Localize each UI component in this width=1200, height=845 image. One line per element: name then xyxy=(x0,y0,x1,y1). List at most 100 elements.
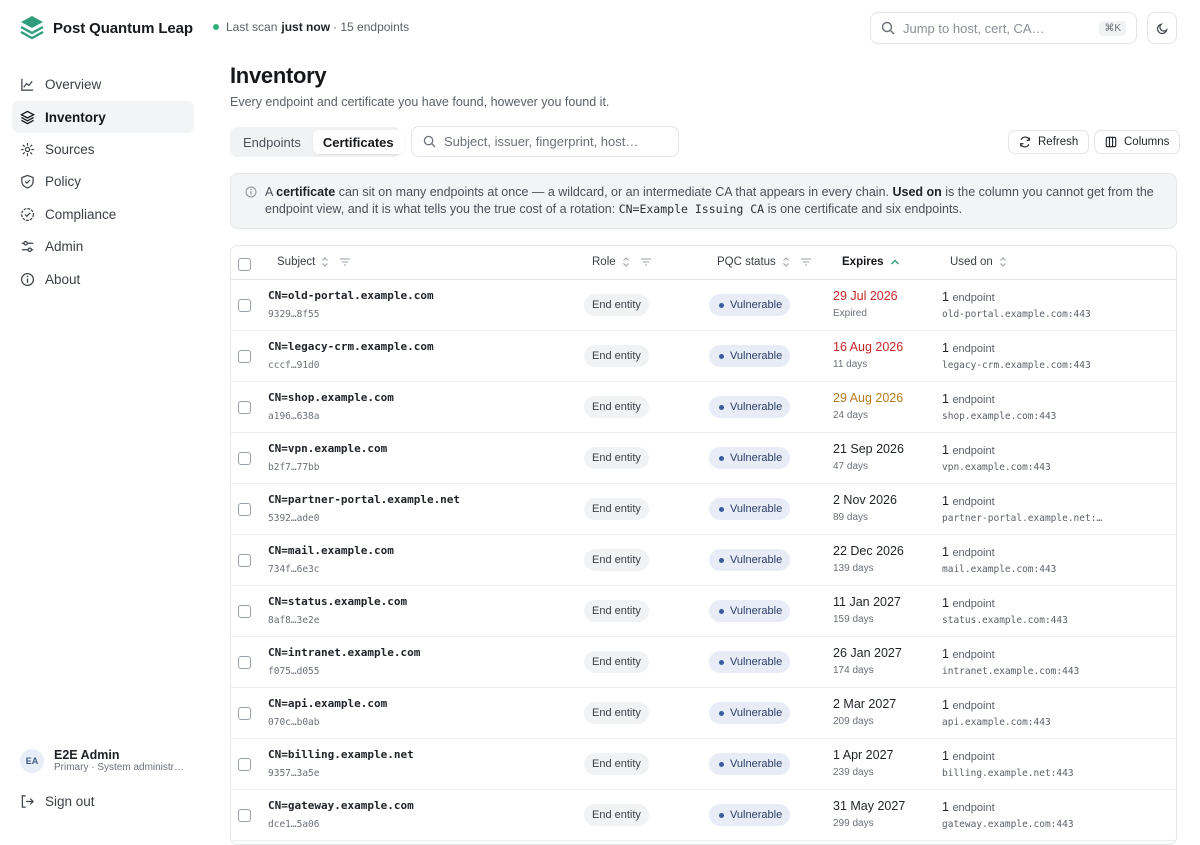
used-count-unit: endpoint xyxy=(952,802,995,814)
used-on-count[interactable]: 1 endpoint xyxy=(942,494,995,508)
table-row[interactable]: CN=vpn.example.com b2f7…77bb End entity Vul… xyxy=(231,433,1176,484)
row-checkbox[interactable] xyxy=(238,554,251,567)
row-checkbox[interactable] xyxy=(238,758,251,771)
columns-button[interactable]: Columns xyxy=(1094,130,1181,154)
used-on-count[interactable]: 1 endpoint xyxy=(942,647,995,661)
select-all-checkbox[interactable] xyxy=(238,258,251,271)
expiry-remaining: 11 days xyxy=(833,359,868,370)
table-row[interactable]: CN=old-portal.example.com 9329…8f55 End en… xyxy=(231,280,1176,331)
used-count-unit: endpoint xyxy=(952,394,995,406)
tab-endpoints[interactable]: Endpoints xyxy=(233,130,311,154)
jump-search[interactable]: Jump to host, cert, CA… ⌘K xyxy=(870,12,1137,44)
used-on-count[interactable]: 1 endpoint xyxy=(942,749,995,763)
row-checkbox[interactable] xyxy=(238,299,251,312)
refresh-button[interactable]: Refresh xyxy=(1008,130,1090,154)
sidebar-item-overview[interactable]: Overview xyxy=(12,68,194,100)
used-on-host: status.example.com:443 xyxy=(942,615,1068,626)
cert-subject[interactable]: CN=api.example.com xyxy=(268,697,387,710)
sidebar-item-about[interactable]: About xyxy=(12,263,194,295)
status-dot xyxy=(719,710,724,716)
table-row[interactable]: CN=mail.example.com 734f…6e3c End entity Vu… xyxy=(231,535,1176,586)
table-row[interactable]: CN=api.example.com 070c…b0ab End entity Vul… xyxy=(231,688,1176,739)
sidebar-item-sources[interactable]: Sources xyxy=(12,133,194,165)
used-count-unit: endpoint xyxy=(952,496,995,508)
used-on-count[interactable]: 1 endpoint xyxy=(942,596,995,610)
column-pqc-status[interactable]: PQC status xyxy=(717,256,812,268)
cert-subject[interactable]: CN=partner-portal.example.net xyxy=(268,493,460,506)
table-row[interactable]: CN=status.example.com 8af8…3e2e End entity… xyxy=(231,586,1176,637)
table-row[interactable]: CN=shop.example.com a196…638a End entity Vu… xyxy=(231,382,1176,433)
filter-icon[interactable] xyxy=(800,257,812,267)
filter-icon[interactable] xyxy=(640,257,652,267)
pqc-status-badge: Vulnerable xyxy=(709,804,791,826)
role-badge: End entity xyxy=(584,651,649,673)
row-checkbox[interactable] xyxy=(238,605,251,618)
theme-toggle-button[interactable] xyxy=(1147,12,1177,44)
info-banner: A certificate can sit on many endpoints … xyxy=(230,173,1177,229)
column-used-on[interactable]: Used on xyxy=(950,256,1007,268)
used-on-count[interactable]: 1 endpoint xyxy=(942,290,995,304)
used-on-count[interactable]: 1 endpoint xyxy=(942,545,995,559)
user-card[interactable]: EA E2E Admin Primary · System administra… xyxy=(20,748,188,773)
row-checkbox[interactable] xyxy=(238,707,251,720)
expiry-date: 1 Apr 2027 xyxy=(833,748,894,762)
used-on-host: shop.example.com:443 xyxy=(942,411,1057,422)
expiry-date: 21 Sep 2026 xyxy=(833,442,904,456)
used-on-host: gateway.example.com:443 xyxy=(942,819,1074,830)
cert-subject[interactable]: CN=mail.example.com xyxy=(268,544,394,557)
column-expires[interactable]: Expires xyxy=(842,256,900,268)
sidebar-item-inventory[interactable]: Inventory xyxy=(12,101,194,133)
table-row[interactable]: CN=legacy-crm.example.com cccf…91d0 End en… xyxy=(231,331,1176,382)
cert-subject[interactable]: CN=shop.example.com xyxy=(268,391,394,404)
table-row[interactable]: CN=gateway.example.com dce1…5a06 End entit… xyxy=(231,790,1176,841)
column-label: Subject xyxy=(277,256,316,268)
sign-out-icon xyxy=(21,795,34,808)
cert-subject[interactable]: CN=gateway.example.com xyxy=(268,799,414,812)
expiry-remaining: 209 days xyxy=(833,716,874,727)
used-on-count[interactable]: 1 endpoint xyxy=(942,698,995,712)
row-checkbox[interactable] xyxy=(238,401,251,414)
brand[interactable]: Post Quantum Leap xyxy=(20,15,193,41)
column-role[interactable]: Role xyxy=(592,256,652,268)
used-count-unit: endpoint xyxy=(952,343,995,355)
used-count-number: 1 xyxy=(942,545,949,559)
pqc-status-label: Vulnerable xyxy=(730,299,783,311)
certificates-table: Subject Role PQC status Expires Used on … xyxy=(230,245,1177,845)
pqc-status-badge: Vulnerable xyxy=(709,294,791,316)
status-dot xyxy=(719,608,724,614)
table-row[interactable]: CN=partner-portal.example.net 5392…ade0 En… xyxy=(231,484,1176,535)
cert-subject[interactable]: CN=billing.example.net xyxy=(268,748,414,761)
sort-icon xyxy=(782,257,789,267)
table-row[interactable]: CN=intranet.example.com f075…d055 End enti… xyxy=(231,637,1176,688)
cert-subject[interactable]: CN=intranet.example.com xyxy=(268,646,420,659)
search-icon xyxy=(423,135,436,148)
row-checkbox[interactable] xyxy=(238,656,251,669)
sidebar-item-label: Policy xyxy=(45,173,82,189)
column-subject[interactable]: Subject xyxy=(277,256,351,268)
sidebar-item-compliance[interactable]: Compliance xyxy=(12,198,194,230)
sidebar-item-admin[interactable]: Admin xyxy=(12,230,194,262)
used-on-count[interactable]: 1 endpoint xyxy=(942,341,995,355)
used-on-count[interactable]: 1 endpoint xyxy=(942,443,995,457)
tab-certificates[interactable]: Certificates xyxy=(312,130,404,154)
used-count-unit: endpoint xyxy=(952,751,995,763)
cert-subject[interactable]: CN=old-portal.example.com xyxy=(268,289,434,302)
jump-placeholder: Jump to host, cert, CA… xyxy=(903,20,1045,36)
sign-out-button[interactable]: Sign out xyxy=(20,794,95,809)
sidebar-item-policy[interactable]: Policy xyxy=(12,165,194,197)
cert-subject[interactable]: CN=legacy-crm.example.com xyxy=(268,340,434,353)
row-checkbox[interactable] xyxy=(238,350,251,363)
row-checkbox[interactable] xyxy=(238,503,251,516)
moon-icon xyxy=(1156,22,1168,34)
row-checkbox[interactable] xyxy=(238,809,251,822)
table-row[interactable]: CN=billing.example.net 9357…3a5e End entit… xyxy=(231,739,1176,790)
filter-icon[interactable] xyxy=(339,257,351,267)
filter-input[interactable]: Subject, issuer, fingerprint, host… xyxy=(411,126,679,157)
row-checkbox[interactable] xyxy=(238,452,251,465)
used-on-count[interactable]: 1 endpoint xyxy=(942,800,995,814)
used-on-count[interactable]: 1 endpoint xyxy=(942,392,995,406)
page-title: Inventory xyxy=(230,63,327,88)
cert-subject[interactable]: CN=status.example.com xyxy=(268,595,407,608)
used-count-unit: endpoint xyxy=(952,547,995,559)
cert-subject[interactable]: CN=vpn.example.com xyxy=(268,442,387,455)
